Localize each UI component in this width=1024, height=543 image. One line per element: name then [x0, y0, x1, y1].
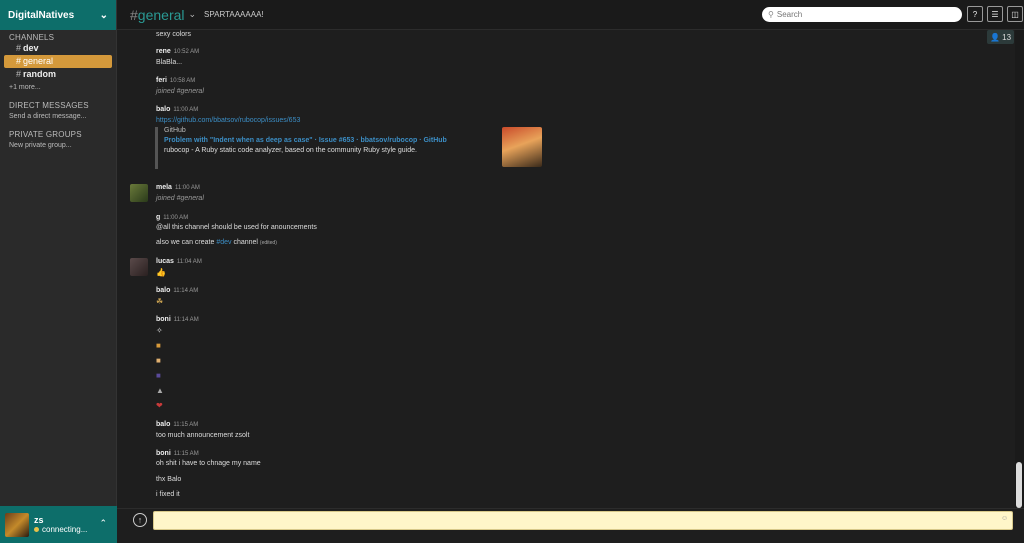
message-text: BlaBla...: [156, 59, 183, 66]
team-menu[interactable]: DigitalNatives ⌄: [0, 0, 116, 30]
more-channels-link[interactable]: +1 more...: [0, 84, 116, 91]
private-groups-header[interactable]: PRIVATE GROUPS: [0, 130, 116, 139]
list-icon[interactable]: ☰: [987, 6, 1003, 22]
upload-icon[interactable]: ↑: [133, 513, 147, 527]
sidebar-item-general[interactable]: # general: [4, 55, 112, 68]
message-timestamp[interactable]: 11:00 AM: [175, 185, 200, 191]
channel-title[interactable]: #general: [130, 7, 185, 23]
message-text: thx Balo: [156, 476, 182, 483]
message-author[interactable]: rene: [156, 48, 171, 55]
join-notice: joined #general: [156, 88, 204, 95]
message-author[interactable]: mela: [156, 184, 172, 191]
emoji-icon: ■: [156, 371, 161, 380]
message-timestamp[interactable]: 11:14 AM: [174, 317, 199, 323]
search-box[interactable]: ⚲: [762, 7, 962, 22]
message-header: feri 10:58 AM: [156, 77, 195, 84]
preview-source: GitHub: [164, 127, 186, 134]
message-timestamp[interactable]: 10:58 AM: [170, 78, 195, 84]
message-author[interactable]: boni: [156, 450, 171, 457]
message-header: rene 10:52 AM: [156, 48, 199, 55]
emoji-icon: ☘: [156, 297, 164, 306]
join-notice: joined #general: [156, 195, 204, 202]
preview-title[interactable]: Problem with "Indent when as deep as cas…: [164, 137, 540, 144]
channel-link[interactable]: #dev: [216, 239, 231, 246]
message-author[interactable]: boni: [156, 316, 171, 323]
message-author[interactable]: lucas: [156, 258, 174, 265]
message-header: lucas 11:04 AM: [156, 258, 202, 265]
message-header: balo 11:14 AM: [156, 287, 198, 294]
emoji-icon: ✧: [156, 326, 163, 335]
channels-header[interactable]: CHANNELS: [0, 33, 116, 42]
channel-topic: SPARTAAAAAA!: [204, 10, 264, 19]
link-preview: GitHub Problem with "Indent when as deep…: [155, 127, 542, 169]
search-input[interactable]: [776, 10, 947, 19]
message-link[interactable]: https://github.com/bbatsov/rubocop/issue…: [156, 117, 300, 124]
direct-messages-header[interactable]: DIRECT MESSAGES: [0, 101, 116, 110]
emoji-icon: ■: [156, 356, 161, 365]
message-timestamp[interactable]: 11:15 AM: [173, 422, 198, 428]
avatar[interactable]: [130, 258, 148, 276]
scrollbar[interactable]: [1015, 30, 1024, 508]
search-icon: ⚲: [768, 10, 774, 19]
status-dot-icon: [34, 527, 39, 532]
message-timestamp[interactable]: 11:14 AM: [173, 288, 198, 294]
message-text: also we can create #dev channel (edited): [156, 239, 277, 246]
help-button[interactable]: ?: [967, 6, 983, 22]
scrollbar-thumb[interactable]: [1016, 462, 1022, 508]
message-text: oh shit i have to chnage my name: [156, 460, 261, 467]
message-author[interactable]: balo: [156, 421, 170, 428]
message-header: balo 11:00 AM: [156, 106, 198, 113]
emoji-icon: ■: [156, 341, 161, 350]
message-header: balo 11:15 AM: [156, 421, 198, 428]
chevron-down-icon: ⌄: [99, 9, 108, 21]
sidebar-item-random[interactable]: # random: [4, 68, 112, 81]
message-composer: ↑ ☺: [117, 508, 1024, 543]
emoji-icon[interactable]: ☺: [1001, 515, 1008, 522]
avatar[interactable]: [130, 184, 148, 202]
message-header: boni 11:14 AM: [156, 316, 199, 323]
chevron-down-icon[interactable]: ⌄: [189, 9, 197, 20]
message-author[interactable]: balo: [156, 106, 170, 113]
message-text: too much announcement zsolt: [156, 432, 250, 439]
broken-heart-emoji-icon: ❤: [156, 401, 163, 410]
user-status: connecting...: [34, 525, 87, 534]
chevron-up-icon[interactable]: ⌃: [99, 518, 107, 529]
member-count-button[interactable]: 👤 13: [987, 30, 1014, 44]
message-author[interactable]: feri: [156, 77, 167, 84]
message-text: @all this channel should be used for ano…: [156, 224, 317, 231]
message-text: i fixed it: [156, 491, 180, 498]
sidebar: DigitalNatives ⌄ CHANNELS # dev # general …: [0, 0, 117, 543]
message-list[interactable]: 👤 13 sexy colors rene 10:52 AM BlaBla... …: [117, 30, 1015, 508]
emoji-icon: ▲: [156, 386, 164, 395]
message-timestamp[interactable]: 10:52 AM: [174, 49, 199, 55]
message-timestamp[interactable]: 11:04 AM: [177, 259, 202, 265]
message-header: boni 11:15 AM: [156, 450, 199, 457]
message-timestamp[interactable]: 11:15 AM: [174, 451, 199, 457]
sidebar-item-dev[interactable]: # dev: [4, 42, 112, 55]
new-private-group-link[interactable]: New private group...: [0, 142, 116, 149]
message-timestamp[interactable]: 11:00 AM: [163, 215, 188, 221]
sidebar-toggle-icon[interactable]: ◫: [1007, 6, 1023, 22]
team-name: DigitalNatives: [8, 9, 75, 21]
channel-header: #general ⌄ SPARTAAAAAA! ⚲ ? ☰ ◫: [117, 0, 1024, 30]
send-dm-link[interactable]: Send a direct message...: [0, 113, 116, 120]
thumbs-up-emoji-icon: 👍: [156, 268, 166, 277]
message-author[interactable]: balo: [156, 287, 170, 294]
message-header: mela 11:00 AM: [156, 184, 200, 191]
current-user-panel[interactable]: zs connecting... ⌃: [0, 506, 117, 543]
preview-description: rubocop - A Ruby static code analyzer, b…: [164, 147, 417, 154]
avatar: [5, 512, 29, 537]
message-header: g 11:00 AM: [156, 214, 188, 221]
preview-thumbnail[interactable]: [502, 127, 542, 167]
user-name: zs: [34, 515, 44, 525]
edited-label: (edited): [259, 240, 277, 246]
message-text: sexy colors: [156, 31, 192, 38]
message-timestamp[interactable]: 11:00 AM: [173, 107, 198, 113]
message-input[interactable]: [153, 511, 1013, 530]
message-author[interactable]: g: [156, 214, 160, 221]
